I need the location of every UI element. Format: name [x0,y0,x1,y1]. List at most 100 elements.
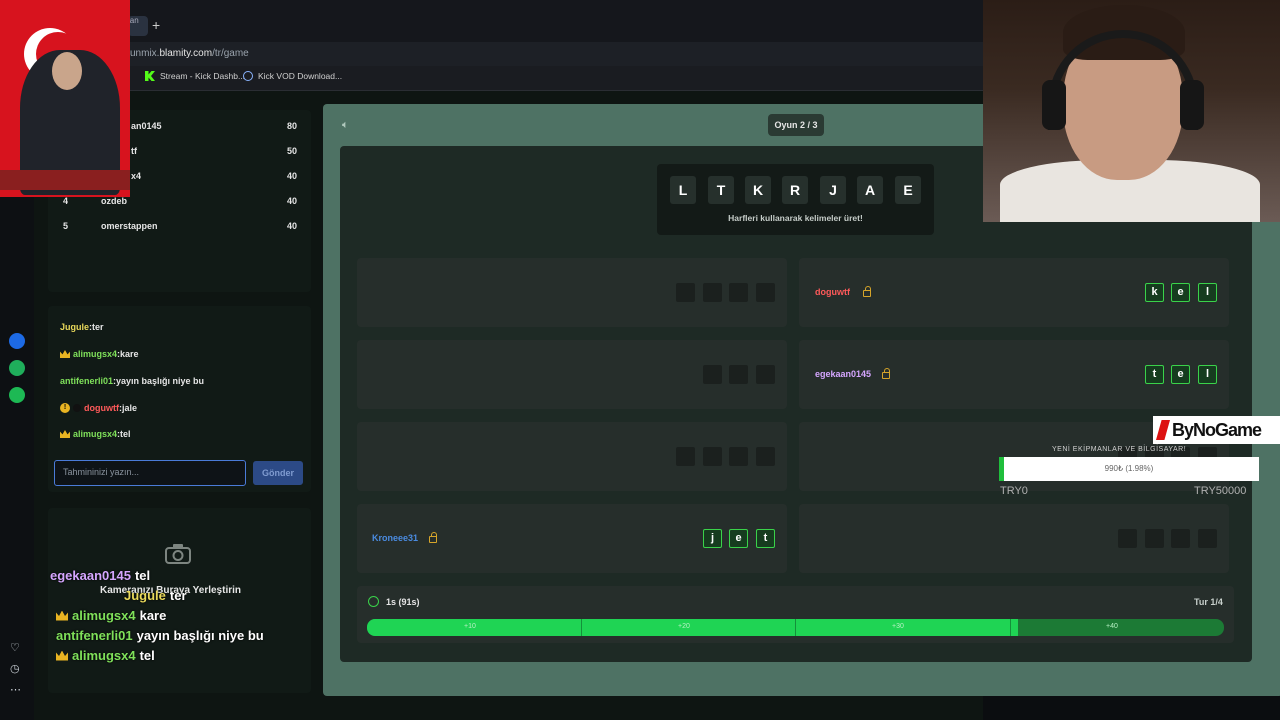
crown-icon [56,650,68,661]
url-text[interactable]: unmix.blamity.com/tr/game [130,48,249,59]
crown-icon [60,350,70,358]
segment-bonus-label: +10 [464,623,476,630]
download-icon [243,71,253,81]
history-icon[interactable]: ◷ [10,662,22,675]
chat-message: alimugsx4:kare [60,349,139,359]
letter-tile: A [857,176,883,204]
kick-icon [145,71,155,81]
chat-message: alimugsx4:tel [60,429,131,439]
word-slot [799,504,1229,573]
donation-min: TRY0 [1000,485,1028,497]
overlay-chat-message: alimugsx4 tel [56,648,155,663]
portrait-podium [0,170,130,190]
bynogame-brand: ByNoGame [1172,420,1262,440]
lock-icon [429,532,437,543]
empty-letter-box [729,283,748,302]
send-button[interactable]: Gönder [253,461,303,485]
messenger-icon[interactable] [9,333,25,349]
word-slot [357,340,787,409]
filled-letter-box: e [1171,365,1190,384]
chat-message: antifenerli01:yayın başlığı niye bu [60,376,205,386]
timer-icon [368,596,379,607]
overlay-chat-message: alimugsx4 kare [56,608,166,623]
empty-letter-box [756,447,775,466]
donation-title: YENİ EKİPMANLAR VE BİLGİSAYAR! [1052,446,1187,453]
slot-owner: egekaan0145 [815,369,872,379]
empty-letter-box [676,447,695,466]
speaker-icon[interactable]: 🔈︎ [342,119,354,131]
timer-text: 1s (91s) [386,597,420,607]
crown-icon [60,430,70,438]
new-tab-button[interactable]: + [152,17,166,33]
letter-tile: L [670,176,696,204]
empty-letter-box [703,283,722,302]
segment-bonus-label: +40 [1106,623,1118,630]
donation-max: TRY50000 [1194,485,1247,497]
more-icon[interactable]: ⋯ [10,683,22,696]
whatsapp-icon[interactable] [9,360,25,376]
leaderboard-row: 5 omerstappen 40 [63,221,297,231]
empty-letter-box [1198,529,1217,548]
empty-letter-box [1118,529,1137,548]
heart-icon[interactable]: ♡ [10,641,22,654]
letter-tile: E [895,176,921,204]
warning-icon: ! [60,403,70,413]
segment-bonus-label: +20 [678,623,690,630]
filled-letter-box: t [1145,365,1164,384]
empty-letter-box [729,447,748,466]
slot-owner: Kroneee31 [372,533,419,543]
donation-value: 990₺ (1.98%) [1104,464,1154,473]
segment-divider [795,619,796,636]
letter-tile: T [708,176,734,204]
lock-icon [863,286,871,297]
avatar-icon [73,404,81,412]
filled-letter-box: e [729,529,748,548]
empty-letter-box [1171,529,1190,548]
word-slot: Kroneee31 j e t [357,504,787,573]
empty-letter-box [676,283,695,302]
filled-letter-box: t [756,529,775,548]
empty-letter-box [756,283,775,302]
lock-icon [882,368,890,379]
segment-divider [1010,619,1011,636]
letter-tile: J [820,176,846,204]
filled-letter-box: e [1171,283,1190,302]
overlay-chat-message: egekaan0145 tel [50,568,151,583]
filled-letter-box: k [1145,283,1164,302]
empty-letter-box [1145,529,1164,548]
empty-letter-box [703,447,722,466]
turn-text: Tur 1/4 [1194,597,1223,607]
guess-input[interactable]: Tahmininizi yazın... [54,460,246,486]
bookmark-kick-vod[interactable]: Kick VOD Download... [243,71,342,81]
spotify-icon[interactable] [9,387,25,403]
letter-tile: K [745,176,771,204]
filled-letter-box: l [1198,283,1217,302]
headset-earcup [1180,80,1204,130]
word-slot [357,258,787,327]
headset-earcup [1042,80,1066,130]
chat-message: ! doguwtf:jale [60,403,137,413]
word-slot: doguwtf k e l [799,258,1229,327]
game-hint: Harfleri kullanarak kelimeler üret! [728,213,863,223]
round-label: Oyun 2 / 3 [768,114,824,136]
browser-tab[interactable]: lan [128,16,148,36]
chat-message: Jugule:ter [60,322,104,332]
word-slot [357,422,787,491]
word-slot: egekaan0145 t e l [799,340,1229,409]
portrait-face [52,52,82,90]
slot-owner: doguwtf [815,287,850,297]
overlay-chat-message: Jugule ter [124,588,187,603]
segment-bonus-label: +30 [892,623,904,630]
filled-letter-box: j [703,529,722,548]
camera-icon [165,544,191,564]
empty-letter-box [703,365,722,384]
empty-letter-box [756,365,775,384]
bookmark-kick-dashboard[interactable]: Stream - Kick Dashb... [145,71,245,81]
crown-icon [56,610,68,621]
leaderboard-row: 4 ozdeb 40 [63,196,297,206]
segment-divider [581,619,582,636]
overlay-chat-message: antifenerli01 yayın başlığı niye bu [56,628,264,643]
empty-letter-box [729,365,748,384]
filled-letter-box: l [1198,365,1217,384]
letter-tile: R [782,176,808,204]
